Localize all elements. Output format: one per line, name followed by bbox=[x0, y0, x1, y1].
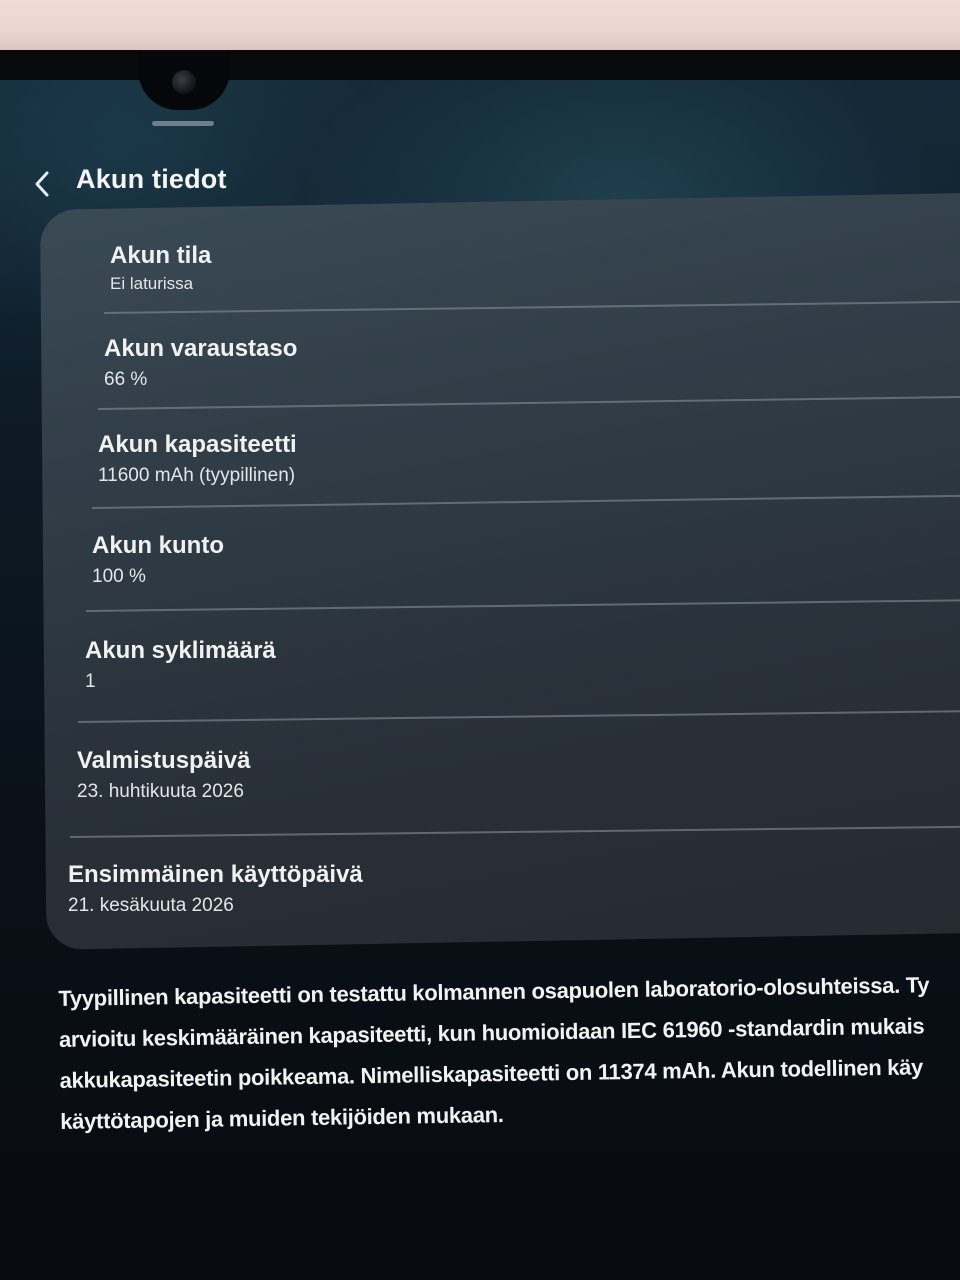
page-title: Akun tiedot bbox=[76, 164, 227, 194]
status-pill bbox=[152, 121, 214, 126]
list-item-title: Akun tila bbox=[110, 242, 212, 269]
list-item-cycle-count[interactable]: Akun syklimäärä 1 bbox=[85, 637, 276, 727]
list-item-title: Akun kunto bbox=[92, 532, 224, 559]
back-button[interactable] bbox=[28, 168, 58, 200]
list-item-first-use-date[interactable]: Ensimmäinen käyttöpäivä 21. kesäkuuta 20… bbox=[68, 861, 363, 951]
list-item-battery-status[interactable]: Akun tila Ei laturissa bbox=[110, 242, 211, 332]
capacity-footnote: Tyypillinen kapasiteetti on testattu kol… bbox=[58, 963, 960, 1142]
list-item-manufacture-date[interactable]: Valmistuspäivä 23. huhtikuuta 2026 bbox=[77, 747, 250, 837]
list-item-value: Ei laturissa bbox=[110, 274, 194, 293]
list-item-title: Valmistuspäivä bbox=[77, 747, 251, 774]
list-item-value: 100 % bbox=[92, 566, 146, 587]
list-item-value: 21. kesäkuuta 2026 bbox=[68, 895, 234, 916]
list-item-value: 11600 mAh (tyypillinen) bbox=[98, 465, 296, 486]
list-item-title: Akun kapasiteetti bbox=[98, 431, 297, 458]
list-item-title: Akun syklimäärä bbox=[85, 637, 276, 664]
list-item-title: Ensimmäinen käyttöpäivä bbox=[68, 861, 363, 888]
chevron-left-icon bbox=[35, 171, 49, 197]
front-camera bbox=[172, 70, 196, 94]
list-item-value: 1 bbox=[85, 671, 96, 692]
list-item-charge-level[interactable]: Akun varaustaso 66 % bbox=[104, 335, 297, 425]
list-item-value: 23. huhtikuuta 2026 bbox=[77, 781, 244, 802]
list-item-title: Akun varaustaso bbox=[104, 335, 298, 362]
list-item-value: 66 % bbox=[104, 369, 148, 390]
photo-frame: Akun tiedot Akun tila Ei laturissa Akun … bbox=[0, 0, 960, 1280]
